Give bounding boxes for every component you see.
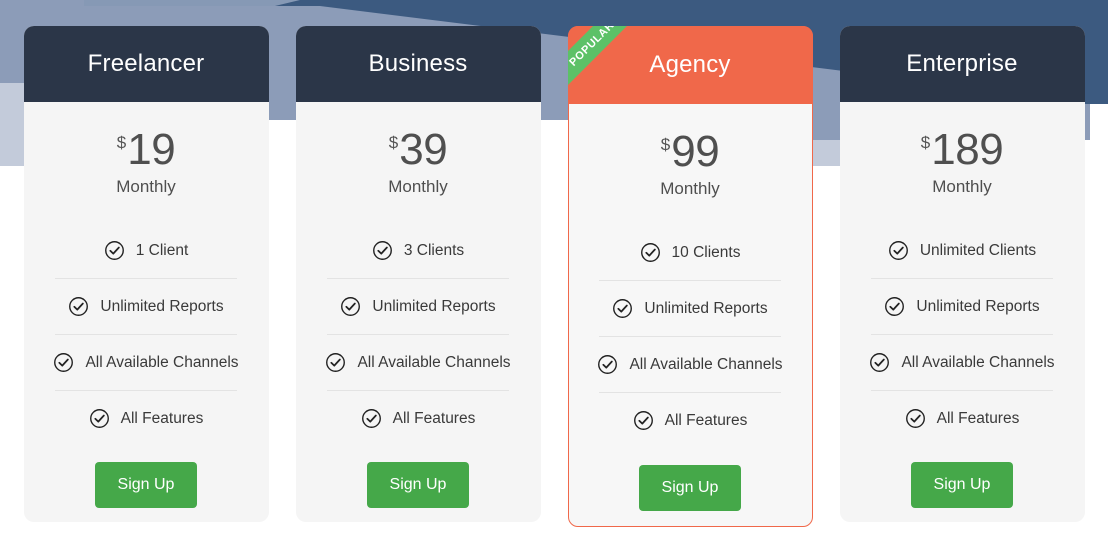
feature-item: All Features: [24, 391, 269, 446]
check-circle-icon: [361, 409, 381, 428]
pricing-card-enterprise[interactable]: Enterprise $ 189 Monthly Unlimited Clien…: [839, 26, 1085, 522]
pricing-card-header: Freelancer: [23, 26, 269, 102]
billing-period: Monthly: [388, 177, 448, 196]
feature-item: All Features: [569, 393, 812, 448]
check-circle-icon: [54, 353, 74, 372]
plan-price-block: $ 39 Monthly: [388, 128, 448, 197]
feature-item: All Available Channels: [840, 335, 1085, 390]
sign-up-button[interactable]: Sign Up: [911, 462, 1013, 508]
pricing-card-header: Business: [295, 26, 541, 102]
currency-symbol: $: [920, 133, 931, 152]
check-circle-icon: [89, 409, 109, 428]
feature-item: All Available Channels: [24, 335, 269, 390]
feature-label: All Available Channels: [85, 353, 239, 371]
feature-label: All Features: [392, 409, 476, 427]
feature-item: All Features: [840, 391, 1085, 446]
check-circle-icon: [372, 241, 392, 260]
plan-price-row: $ 189: [920, 125, 1004, 174]
price-amount: 19: [127, 125, 176, 174]
feature-label: All Available Channels: [629, 355, 783, 373]
plan-name: Freelancer: [87, 50, 205, 77]
feature-item: 10 Clients: [569, 225, 812, 280]
billing-period: Monthly: [660, 179, 720, 198]
pricing-card-freelancer[interactable]: Freelancer $ 19 Monthly 1 Client Unlimite…: [23, 26, 269, 522]
feature-item: 3 Clients: [296, 223, 541, 278]
feature-item: Unlimited Reports: [24, 279, 269, 334]
plan-price-row: $ 99: [660, 127, 720, 176]
check-circle-icon: [613, 299, 633, 318]
feature-label: Unlimited Reports: [372, 297, 496, 315]
feature-list: 1 Client Unlimited Reports All Available C…: [24, 223, 269, 446]
check-circle-icon: [69, 297, 89, 316]
price-amount: 189: [931, 125, 1004, 174]
plan-name: Agency: [649, 51, 731, 78]
sign-up-button[interactable]: Sign Up: [367, 462, 469, 508]
feature-item: All Available Channels: [296, 335, 541, 390]
check-circle-icon: [326, 353, 346, 372]
popular-ribbon-label: POPULAR: [567, 26, 617, 69]
feature-label: 10 Clients: [671, 243, 741, 261]
pricing-page: Freelancer $ 19 Monthly 1 Client Unlimite…: [0, 0, 1108, 548]
plan-name: Business: [368, 50, 468, 77]
plan-price-block: $ 189 Monthly: [920, 125, 1004, 197]
feature-label: All Available Channels: [357, 353, 511, 371]
currency-symbol: $: [660, 135, 671, 154]
feature-item: Unlimited Clients: [840, 223, 1085, 278]
sign-up-button[interactable]: Sign Up: [639, 465, 741, 511]
billing-period: Monthly: [116, 177, 176, 196]
pricing-card-header: Enterprise: [839, 26, 1085, 102]
plan-price-row: $ 39: [388, 125, 448, 174]
check-circle-icon: [885, 297, 905, 316]
pricing-card-business[interactable]: Business $ 39 Monthly 3 Clients Unlimited…: [295, 26, 541, 522]
feature-item: Unlimited Reports: [569, 281, 812, 336]
feature-label: 1 Client: [135, 241, 189, 259]
plan-price-block: $ 99 Monthly: [660, 130, 720, 199]
currency-symbol: $: [116, 133, 127, 152]
pricing-card-list: Freelancer $ 19 Monthly 1 Client Unlimite…: [0, 0, 1108, 548]
feature-label: Unlimited Reports: [916, 297, 1040, 315]
plan-price-row: $ 19: [116, 125, 176, 174]
pricing-card-agency[interactable]: POPULAR Agency $ 99 Monthly 10 Clients Un…: [567, 26, 813, 527]
feature-list: 3 Clients Unlimited Reports All Available …: [296, 223, 541, 446]
price-amount: 39: [399, 125, 448, 174]
feature-item: 1 Client: [24, 223, 269, 278]
feature-label: All Features: [120, 409, 204, 427]
pricing-card-header: POPULAR Agency: [567, 26, 813, 104]
plan-name: Enterprise: [906, 50, 1018, 77]
check-circle-icon: [640, 243, 660, 262]
feature-item: Unlimited Reports: [840, 279, 1085, 334]
feature-label: Unlimited Clients: [919, 241, 1037, 259]
check-circle-icon: [633, 411, 653, 430]
price-amount: 99: [671, 127, 720, 176]
billing-period: Monthly: [932, 177, 992, 196]
feature-label: 3 Clients: [403, 241, 465, 259]
feature-list: 10 Clients Unlimited Reports All Available…: [569, 225, 812, 448]
feature-label: Unlimited Reports: [100, 297, 224, 315]
feature-item: All Features: [296, 391, 541, 446]
check-circle-icon: [598, 355, 618, 374]
check-circle-icon: [870, 353, 890, 372]
currency-symbol: $: [388, 133, 399, 152]
sign-up-button[interactable]: Sign Up: [95, 462, 197, 508]
plan-price-block: $ 19 Monthly: [116, 128, 176, 197]
feature-label: All Available Channels: [901, 353, 1055, 371]
feature-label: Unlimited Reports: [644, 299, 768, 317]
feature-label: All Features: [664, 411, 748, 429]
check-circle-icon: [888, 241, 908, 260]
feature-label: All Features: [936, 409, 1020, 427]
feature-list: Unlimited Clients Unlimited Reports All Av…: [840, 223, 1085, 446]
feature-item: All Available Channels: [569, 337, 812, 392]
feature-item: Unlimited Reports: [296, 279, 541, 334]
check-circle-icon: [104, 241, 124, 260]
popular-ribbon: POPULAR: [567, 26, 650, 102]
check-circle-icon: [341, 297, 361, 316]
check-circle-icon: [905, 409, 925, 428]
